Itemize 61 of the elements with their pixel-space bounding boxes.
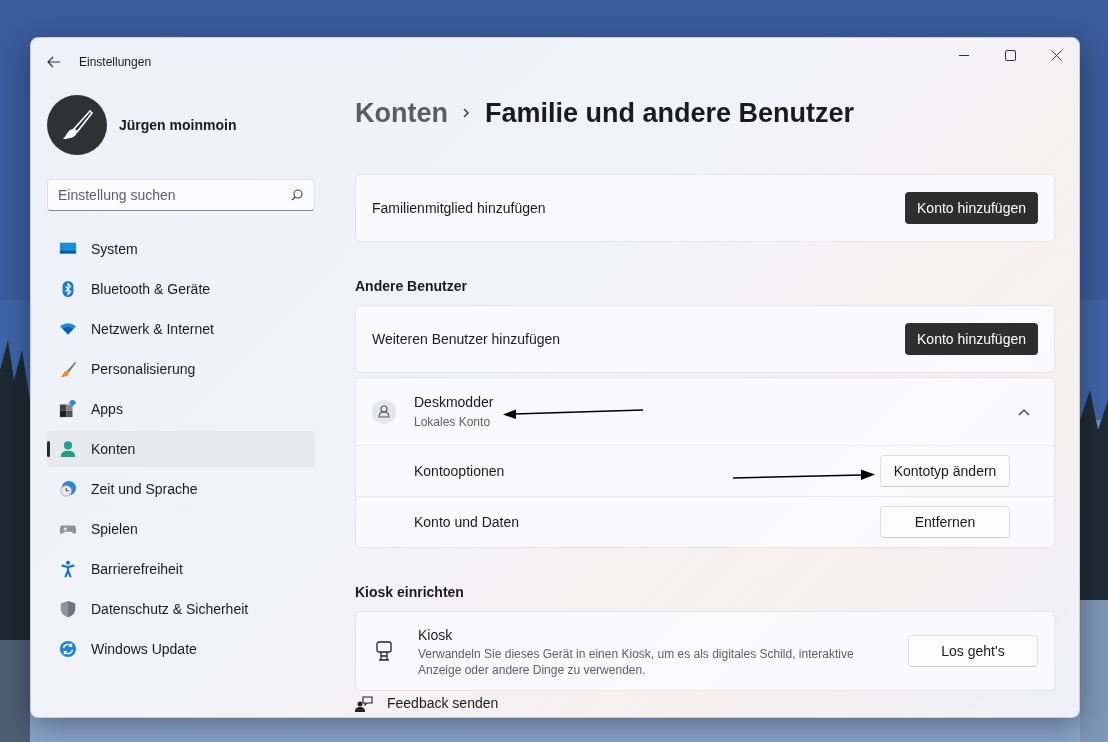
sidebar-label: Spielen xyxy=(91,519,138,539)
sidebar-item[interactable]: Netzwerk & Internet xyxy=(47,311,315,347)
sidebar-item[interactable]: Barrierefreiheit xyxy=(47,551,315,587)
feedback-link[interactable]: Feedback senden xyxy=(387,693,499,714)
sidebar-item[interactable]: Spielen xyxy=(47,511,315,547)
page-title: Familie und andere Benutzer xyxy=(485,96,855,130)
window-title: Einstellungen xyxy=(79,54,152,71)
sidebar-item[interactable]: Datenschutz & Sicherheit xyxy=(47,591,315,627)
accessibility-icon xyxy=(59,560,77,578)
sidebar-item[interactable]: System xyxy=(47,231,315,267)
shield-icon xyxy=(59,600,77,618)
back-icon[interactable] xyxy=(47,56,61,68)
account-type: Lokales Konto xyxy=(414,414,492,431)
sidebar-label: Konten xyxy=(91,439,136,459)
add-account-button[interactable]: Konto hinzufügen xyxy=(905,323,1038,355)
clock-globe-icon xyxy=(59,480,77,498)
section-heading: Andere Benutzer xyxy=(355,277,469,296)
apps-icon xyxy=(59,400,77,418)
option-label: Kontooptionen xyxy=(414,461,505,481)
kiosk-title: Kiosk xyxy=(418,625,454,645)
section-heading: Kiosk einrichten xyxy=(355,583,465,602)
start-button[interactable]: Los geht's xyxy=(908,635,1038,667)
sidebar-label: Apps xyxy=(91,399,123,419)
sidebar-item[interactable]: Konten xyxy=(47,431,315,467)
kiosk-icon xyxy=(376,641,392,661)
sidebar-item[interactable]: Bluetooth & Geräte xyxy=(47,271,315,307)
chevron-right-icon xyxy=(462,107,471,119)
sidebar-label: Netzwerk & Internet xyxy=(91,319,214,339)
sidebar-item[interactable]: Windows Update xyxy=(47,631,315,667)
kiosk-description: Verwandeln Sie dieses Gerät in einen Kiosk, um es als digitales Schild, interaktive Anzeige oder andere Dinge zu verwenden. xyxy=(418,645,855,678)
chevron-up-icon[interactable] xyxy=(1018,407,1030,416)
sidebar-label: Zeit und Sprache xyxy=(91,479,198,499)
avatar xyxy=(47,95,107,155)
sidebar-item[interactable]: Apps xyxy=(47,391,315,427)
option-button[interactable]: Kontotyp ändern xyxy=(880,455,1010,487)
option-button[interactable]: Entfernen xyxy=(880,506,1010,538)
option-label: Konto und Daten xyxy=(414,512,520,532)
sidebar-label: Datenschutz & Sicherheit xyxy=(91,599,249,619)
sync-icon xyxy=(59,640,77,658)
feedback-icon xyxy=(355,695,373,712)
close-icon xyxy=(1050,49,1062,61)
brush-icon xyxy=(59,360,77,378)
maximize-icon xyxy=(1004,49,1016,61)
add-account-button[interactable]: Konto hinzufügen xyxy=(905,192,1038,224)
breadcrumb-link[interactable]: Konten xyxy=(355,92,448,134)
sidebar-label: Personalisierung xyxy=(91,359,196,379)
sidebar-label: System xyxy=(91,239,138,259)
setting-label: Weiteren Benutzer hinzufügen xyxy=(372,329,561,349)
search-icon xyxy=(291,189,303,201)
sidebar-label: Bluetooth & Geräte xyxy=(91,279,211,299)
minimize-icon xyxy=(959,54,969,56)
profile-name: Jürgen moinmoin xyxy=(119,115,237,135)
setting-label: Familienmitglied hinzufügen xyxy=(372,198,546,218)
sidebar-label: Barrierefreiheit xyxy=(91,559,183,579)
user-avatar xyxy=(372,399,396,424)
account-name: Deskmodder xyxy=(414,393,494,412)
person-icon xyxy=(59,440,77,458)
sidebar-label: Windows Update xyxy=(91,639,197,659)
sidebar-item[interactable]: Personalisierung xyxy=(47,351,315,387)
search-field[interactable]: Einstellung suchen xyxy=(47,179,315,211)
sidebar-item[interactable]: Zeit und Sprache xyxy=(47,471,315,507)
